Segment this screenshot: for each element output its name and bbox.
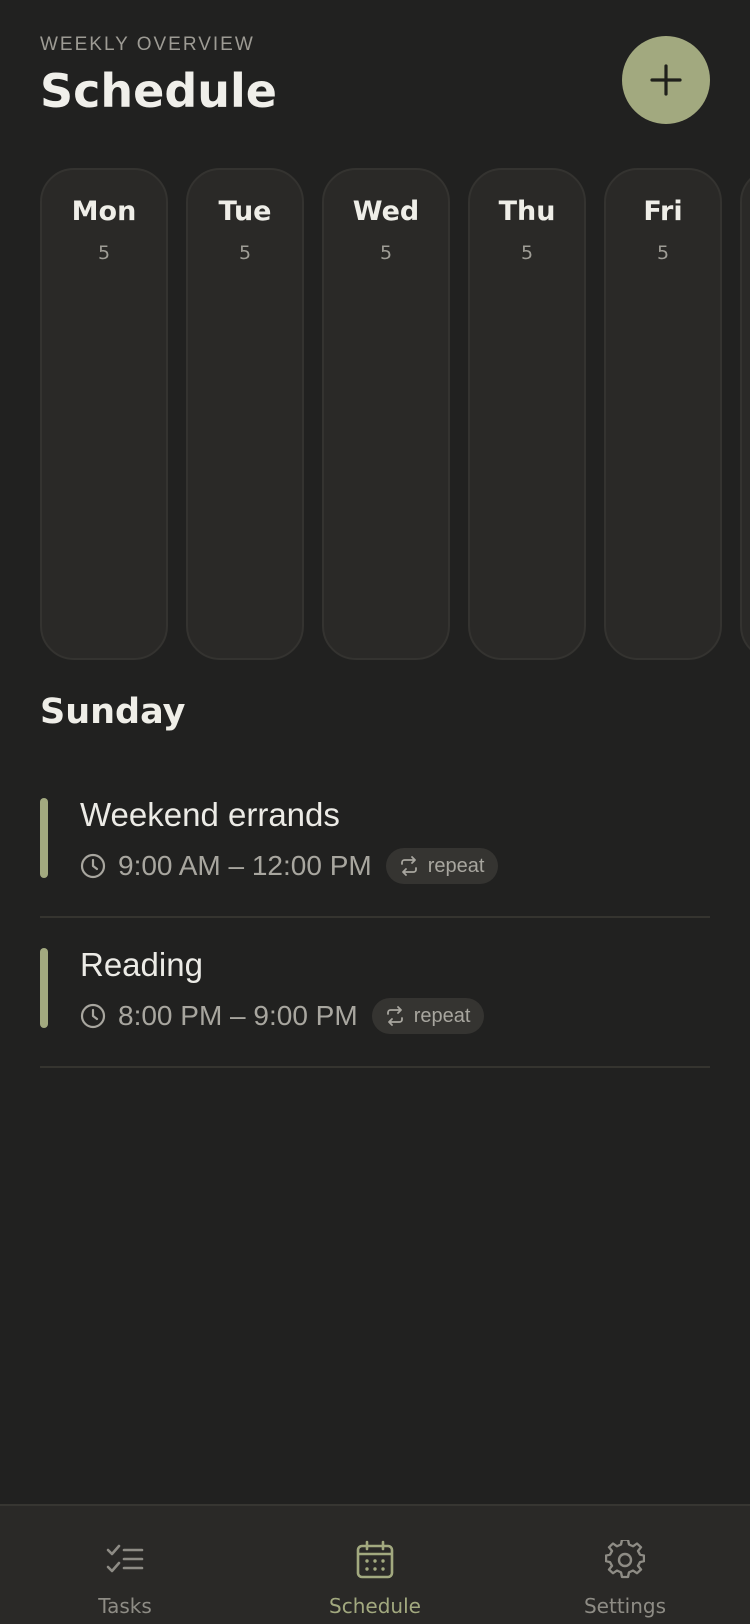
event-item[interactable]: Weekend errands 9:00 AM – 12:00 PM repea…	[40, 768, 710, 918]
schedule-screen: WEEKLY OVERVIEW Schedule Mon 5 Tue 5 Wed…	[0, 0, 750, 1624]
repeat-icon	[400, 856, 417, 876]
tab-label: Settings	[583, 1594, 667, 1618]
day-count: 5	[238, 242, 252, 264]
day-strip[interactable]: Mon 5 Tue 5 Wed 5 Thu 5 Fri 5	[40, 168, 750, 660]
repeat-badge: repeat	[385, 848, 499, 884]
day-count: 5	[520, 242, 534, 264]
event-time: 8:00 PM – 9:00 PM	[118, 1000, 358, 1031]
event-meta: 8:00 PM – 9:00 PM repeat	[80, 996, 485, 1036]
day-column-mon[interactable]: Mon 5	[40, 168, 168, 660]
header: WEEKLY OVERVIEW Schedule	[40, 34, 277, 114]
tab-schedule[interactable]: Schedule	[250, 1506, 500, 1624]
day-column-next[interactable]	[740, 168, 750, 660]
plus-icon	[650, 64, 682, 96]
tab-settings[interactable]: Settings	[500, 1506, 750, 1624]
repeat-label: repeat	[427, 854, 485, 877]
day-count: 5	[97, 242, 111, 264]
day-name: Wed	[352, 196, 420, 227]
event-time: 9:00 AM – 12:00 PM	[118, 850, 372, 881]
day-count: 5	[656, 242, 670, 264]
event-title: Reading	[80, 946, 203, 983]
clock-icon	[80, 1003, 106, 1029]
day-column-fri[interactable]: Fri 5	[604, 168, 722, 660]
add-event-button[interactable]	[622, 36, 710, 124]
day-name: Fri	[643, 196, 683, 227]
clock-icon	[80, 853, 106, 879]
page-eyebrow: WEEKLY OVERVIEW	[40, 34, 255, 55]
event-title: Weekend errands	[80, 796, 340, 833]
day-column-tue[interactable]: Tue 5	[186, 168, 304, 660]
day-count: 5	[379, 242, 393, 264]
selected-day-title: Sunday	[40, 692, 186, 732]
checklist-icon	[106, 1544, 144, 1573]
repeat-icon	[386, 1006, 403, 1026]
day-name: Tue	[218, 196, 272, 227]
page-title: Schedule	[40, 64, 277, 118]
day-name: Mon	[71, 196, 137, 227]
day-name: Thu	[498, 196, 556, 227]
tab-tasks[interactable]: Tasks	[0, 1506, 250, 1624]
bottom-tab-bar: Tasks Schedule Settings	[0, 1504, 750, 1624]
event-color-bar	[40, 798, 48, 878]
day-column-thu[interactable]: Thu 5	[468, 168, 586, 660]
gear-icon	[605, 1540, 645, 1579]
tab-label: Schedule	[329, 1594, 421, 1618]
event-item[interactable]: Reading 8:00 PM – 9:00 PM repeat	[40, 918, 710, 1068]
repeat-label: repeat	[413, 1004, 471, 1027]
event-meta: 9:00 AM – 12:00 PM repeat	[80, 846, 499, 886]
repeat-badge: repeat	[371, 998, 485, 1034]
event-color-bar	[40, 948, 48, 1028]
tab-label: Tasks	[98, 1594, 152, 1618]
day-column-wed[interactable]: Wed 5	[322, 168, 450, 660]
calendar-icon	[356, 1540, 394, 1579]
